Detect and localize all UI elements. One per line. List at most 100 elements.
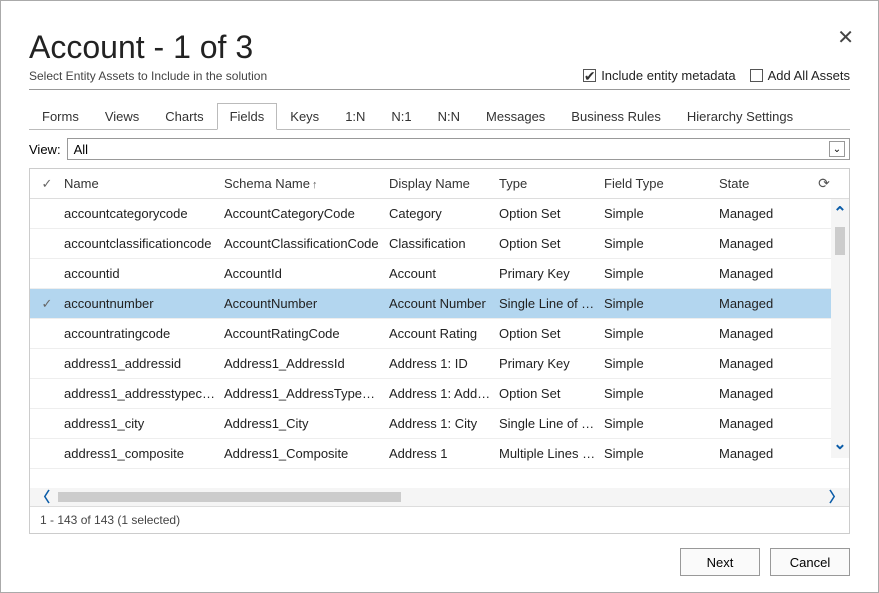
- cell: Address 1: [389, 446, 499, 461]
- table-row[interactable]: ✓accountnumberAccountNumberAccount Numbe…: [30, 289, 849, 319]
- tab-bar: FormsViewsChartsFieldsKeys1:NN:1N:NMessa…: [29, 102, 850, 130]
- tab-hierarchy-settings[interactable]: Hierarchy Settings: [674, 103, 806, 130]
- tab-n-1[interactable]: N:1: [378, 103, 424, 130]
- solution-asset-dialog: ✕ Account - 1 of 3 Select Entity Assets …: [0, 0, 879, 593]
- sort-asc-icon: ↑: [312, 179, 318, 191]
- table-row[interactable]: address1_addresstypecodeAddress1_Address…: [30, 379, 849, 409]
- cell: AccountRatingCode: [224, 326, 389, 341]
- cell: Address1_City: [224, 416, 389, 431]
- column-header-type[interactable]: Type: [499, 176, 604, 191]
- cell: Simple: [604, 446, 719, 461]
- table-row[interactable]: accountratingcodeAccountRatingCodeAccoun…: [30, 319, 849, 349]
- cell: Managed: [719, 326, 809, 341]
- cell: Simple: [604, 236, 719, 251]
- refresh-icon[interactable]: ⟳: [809, 175, 839, 192]
- cell: Category: [389, 206, 499, 221]
- cell: accountclassificationcode: [64, 236, 224, 251]
- column-header-schema-name[interactable]: Schema Name↑: [224, 176, 389, 191]
- tab-messages[interactable]: Messages: [473, 103, 558, 130]
- cell: Simple: [604, 326, 719, 341]
- cell: Single Line of Text: [499, 296, 604, 311]
- tab-1-n[interactable]: 1:N: [332, 103, 378, 130]
- scroll-thumb[interactable]: [58, 492, 401, 502]
- tab-views[interactable]: Views: [92, 103, 152, 130]
- cell: AccountId: [224, 266, 389, 281]
- grid-status: 1 - 143 of 143 (1 selected): [30, 506, 849, 533]
- cell: Classification: [389, 236, 499, 251]
- cell: AccountNumber: [224, 296, 389, 311]
- tab-charts[interactable]: Charts: [152, 103, 216, 130]
- vertical-scrollbar[interactable]: ⌃ ⌄: [831, 199, 849, 458]
- cell: Managed: [719, 416, 809, 431]
- horizontal-scrollbar[interactable]: 〈 〉: [30, 488, 849, 506]
- cell: Simple: [604, 206, 719, 221]
- cell: Simple: [604, 356, 719, 371]
- scroll-left-icon[interactable]: 〈: [36, 487, 50, 507]
- cell: Managed: [719, 446, 809, 461]
- cell: Simple: [604, 416, 719, 431]
- table-row[interactable]: address1_compositeAddress1_CompositeAddr…: [30, 439, 849, 469]
- page-subtitle: Select Entity Assets to Include in the s…: [29, 69, 267, 83]
- add-all-assets-checkbox[interactable]: Add All Assets: [750, 68, 850, 83]
- tab-business-rules[interactable]: Business Rules: [558, 103, 674, 130]
- checkbox-icon: [750, 69, 763, 82]
- view-label: View:: [29, 142, 61, 157]
- grid-header-row: ✓ Name Schema Name↑ Display Name Type Fi…: [30, 169, 849, 199]
- tab-forms[interactable]: Forms: [29, 103, 92, 130]
- cell: accountcategorycode: [64, 206, 224, 221]
- chevron-down-icon: ⌄: [829, 141, 845, 157]
- column-header-name[interactable]: Name: [64, 176, 224, 191]
- cell: accountratingcode: [64, 326, 224, 341]
- cancel-button[interactable]: Cancel: [770, 548, 850, 576]
- cell: Account Number: [389, 296, 499, 311]
- table-row[interactable]: accountidAccountIdAccountPrimary KeySimp…: [30, 259, 849, 289]
- tab-fields[interactable]: Fields: [217, 103, 278, 130]
- cell: Address1_Composite: [224, 446, 389, 461]
- cell: address1_addresstypecode: [64, 386, 224, 401]
- cell: Address1_AddressId: [224, 356, 389, 371]
- cell: Managed: [719, 356, 809, 371]
- checkmark-icon: ✔: [584, 69, 596, 83]
- table-row[interactable]: accountcategorycodeAccountCategoryCodeCa…: [30, 199, 849, 229]
- cell: Managed: [719, 386, 809, 401]
- include-metadata-checkbox[interactable]: ✔ Include entity metadata: [583, 68, 735, 83]
- cell: accountid: [64, 266, 224, 281]
- page-title: Account - 1 of 3: [29, 29, 850, 66]
- column-header-display-name[interactable]: Display Name: [389, 176, 499, 191]
- table-row[interactable]: address1_cityAddress1_CityAddress 1: Cit…: [30, 409, 849, 439]
- cell: Simple: [604, 386, 719, 401]
- cell: Multiple Lines of...: [499, 446, 604, 461]
- column-header-field-type[interactable]: Field Type: [604, 176, 719, 191]
- scroll-right-icon[interactable]: 〉: [829, 487, 843, 507]
- cell: Address1_AddressTypeCode: [224, 386, 389, 401]
- table-row[interactable]: address1_addressidAddress1_AddressIdAddr…: [30, 349, 849, 379]
- next-button[interactable]: Next: [680, 548, 760, 576]
- cell: Option Set: [499, 326, 604, 341]
- view-select[interactable]: All ⌄: [67, 138, 850, 160]
- add-all-assets-label: Add All Assets: [768, 68, 850, 83]
- close-icon[interactable]: ✕: [837, 25, 854, 50]
- cell: Managed: [719, 296, 809, 311]
- cell: address1_city: [64, 416, 224, 431]
- select-all-checkbox[interactable]: ✓: [30, 176, 64, 192]
- cell: Address 1: Addr...: [389, 386, 499, 401]
- column-header-state[interactable]: State: [719, 176, 809, 191]
- cell: address1_addressid: [64, 356, 224, 371]
- tab-n-n[interactable]: N:N: [425, 103, 473, 130]
- cell: Option Set: [499, 236, 604, 251]
- checkbox-icon: ✔: [583, 69, 596, 82]
- cell: Simple: [604, 266, 719, 281]
- row-checkbox[interactable]: ✓: [30, 296, 64, 312]
- scroll-up-icon[interactable]: ⌃: [833, 199, 846, 227]
- cell: Managed: [719, 236, 809, 251]
- scroll-down-icon[interactable]: ⌄: [833, 430, 846, 458]
- tab-keys[interactable]: Keys: [277, 103, 332, 130]
- table-row[interactable]: accountclassificationcodeAccountClassifi…: [30, 229, 849, 259]
- cell: Account: [389, 266, 499, 281]
- cell: accountnumber: [64, 296, 224, 311]
- cell: Option Set: [499, 386, 604, 401]
- cell: Address 1: ID: [389, 356, 499, 371]
- cell: Address 1: City: [389, 416, 499, 431]
- scroll-thumb[interactable]: [835, 227, 845, 255]
- cell: Option Set: [499, 206, 604, 221]
